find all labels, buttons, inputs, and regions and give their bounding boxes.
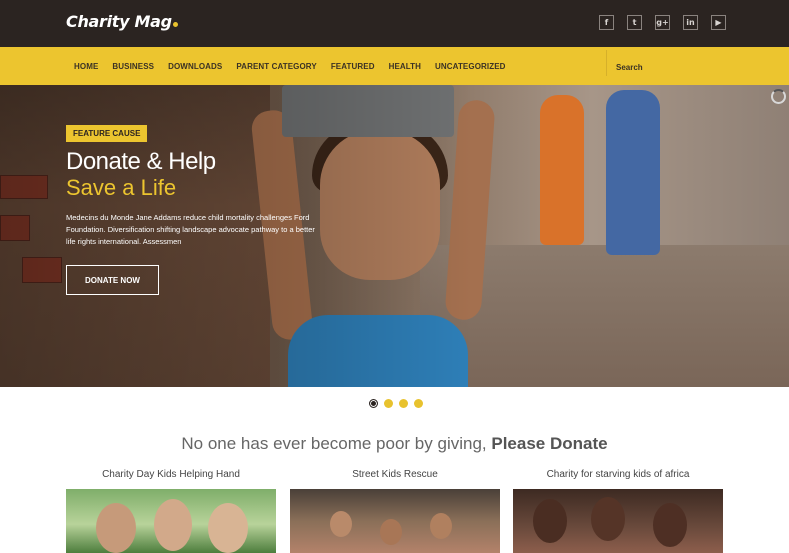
hero-title: Donate & Help xyxy=(66,148,216,175)
logo-dot xyxy=(172,22,178,27)
nav-item-health[interactable]: HEALTH xyxy=(389,62,421,71)
child-face xyxy=(330,511,352,537)
nav-menu: HOME BUSINESS DOWNLOADS PARENT CATEGORY … xyxy=(74,47,520,85)
nav-item-home[interactable]: HOME xyxy=(74,62,98,71)
nav-item-business[interactable]: BUSINESS xyxy=(112,62,154,71)
search-input[interactable] xyxy=(616,61,776,73)
slider-dot[interactable] xyxy=(399,399,408,408)
main-nav: HOME BUSINESS DOWNLOADS PARENT CATEGORY … xyxy=(0,47,789,85)
hero-slider[interactable]: FEATURE CAUSE Donate & Help Save a Life … xyxy=(0,85,789,387)
tagline-text: No one has ever become poor by giving, xyxy=(181,434,492,453)
nav-divider xyxy=(606,50,607,76)
child-face xyxy=(653,503,687,547)
loading-icon xyxy=(771,89,786,104)
slider-dot[interactable] xyxy=(414,399,423,408)
nav-item-parent-category[interactable]: PARENT CATEGORY xyxy=(236,62,316,71)
card-image-street-kids[interactable] xyxy=(290,489,500,553)
child-face xyxy=(533,499,567,543)
youtube-icon[interactable]: ▶ xyxy=(711,15,726,30)
hero-subtitle: Save a Life xyxy=(66,175,177,200)
card-title[interactable]: Charity for starving kids of africa xyxy=(513,469,723,480)
twitter-icon[interactable]: t xyxy=(627,15,642,30)
facebook-icon[interactable]: f xyxy=(599,15,614,30)
child-face xyxy=(380,519,402,545)
hero-description: Medecins du Monde Jane Addams reduce chi… xyxy=(66,213,315,246)
child-face xyxy=(208,503,248,553)
card-image-africa[interactable] xyxy=(513,489,723,553)
google-plus-icon[interactable]: g+ xyxy=(655,15,670,30)
donate-tagline: No one has ever become poor by giving, P… xyxy=(0,434,789,454)
site-logo[interactable]: Charity Mag xyxy=(66,12,178,31)
card-image-kids[interactable] xyxy=(66,489,276,553)
tagline-bold: Please Donate xyxy=(491,434,608,453)
child-face xyxy=(154,499,192,551)
top-bar: Charity Mag f t g+ in ▶ xyxy=(0,0,789,47)
linkedin-icon[interactable]: in xyxy=(683,15,698,30)
feature-tag: FEATURE CAUSE xyxy=(66,125,148,142)
child-face xyxy=(591,497,625,541)
card-title[interactable]: Charity Day Kids Helping Hand xyxy=(66,469,276,480)
donate-now-button[interactable]: DONATE NOW xyxy=(66,265,159,295)
card-title[interactable]: Street Kids Rescue xyxy=(290,469,500,480)
slider-dot[interactable] xyxy=(384,399,393,408)
nav-item-featured[interactable]: FEATURED xyxy=(331,62,375,71)
child-face xyxy=(430,513,452,539)
site-logo-text: Charity Mag xyxy=(66,12,172,31)
nav-item-uncategorized[interactable]: UNCATEGORIZED xyxy=(435,62,505,71)
child-face xyxy=(96,503,136,553)
nav-item-downloads[interactable]: DOWNLOADS xyxy=(168,62,222,71)
social-links: f t g+ in ▶ xyxy=(599,15,739,30)
slider-pagination xyxy=(369,399,429,408)
slider-dot[interactable] xyxy=(369,399,378,408)
